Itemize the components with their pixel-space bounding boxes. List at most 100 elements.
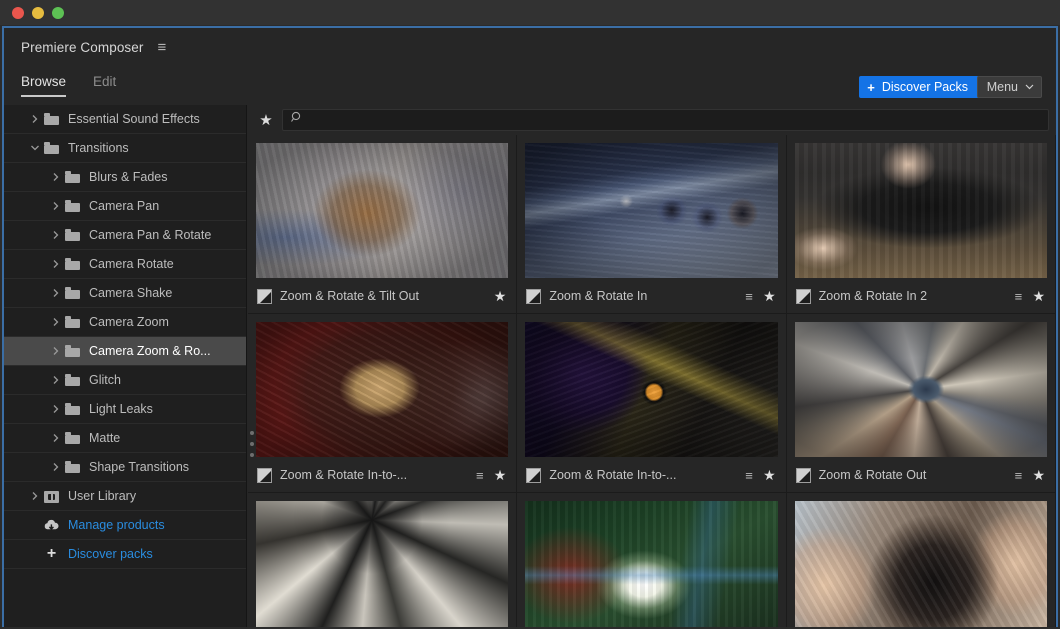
sidebar-item-transitions[interactable]: Transitions xyxy=(4,134,246,163)
effect-options-icon[interactable]: ≡ xyxy=(1012,469,1024,482)
sidebar-item-camera-rotate[interactable]: Camera Rotate xyxy=(4,250,246,279)
effect-card-footer: Zoom & Rotate In ≡ ★ xyxy=(517,279,785,313)
folder-icon xyxy=(65,374,80,386)
sidebar-item-label: Blurs & Fades xyxy=(89,170,168,184)
sidebar-item-label: Discover packs xyxy=(68,547,153,561)
effect-card-title: Zoom & Rotate In xyxy=(549,289,648,303)
effect-favorite-star-icon[interactable]: ★ xyxy=(1032,289,1045,303)
sidebar-item-light-leaks[interactable]: Light Leaks xyxy=(4,395,246,424)
sidebar-item-camera-pan-rotate[interactable]: Camera Pan & Rotate xyxy=(4,221,246,250)
panel-hamburger-icon[interactable]: ≡ xyxy=(158,40,167,55)
effect-thumbnail[interactable] xyxy=(256,143,509,278)
content-pane: ★ Zoom & Rotate & Tilt Out ★ Zoom & Rota… xyxy=(248,105,1056,627)
effect-options-icon[interactable]: ≡ xyxy=(474,469,486,482)
effect-card-footer: Zoom & Rotate In-to-... ≡ ★ xyxy=(517,458,785,492)
chevron-right-icon[interactable] xyxy=(51,230,64,240)
effect-card-title: Zoom & Rotate Out xyxy=(818,468,927,482)
chevron-down-icon[interactable] xyxy=(30,143,43,153)
chevron-right-icon[interactable] xyxy=(51,317,64,327)
effect-card-title: Zoom & Rotate In 2 xyxy=(818,289,928,303)
chevron-right-icon[interactable] xyxy=(30,114,43,124)
sidebar-tree[interactable]: Essential Sound Effects Transitions Blurs … xyxy=(4,105,247,627)
sidebar-item-camera-zoom[interactable]: Camera Zoom xyxy=(4,308,246,337)
effect-thumbnail[interactable] xyxy=(794,322,1047,457)
sidebar-item-discover-packs[interactable]: + Discover packs xyxy=(4,540,246,569)
chevron-right-icon[interactable] xyxy=(51,288,64,298)
tab-edit[interactable]: Edit xyxy=(93,74,116,95)
effect-options-icon[interactable]: ≡ xyxy=(743,290,755,303)
chevron-right-icon[interactable] xyxy=(51,433,64,443)
effect-options-icon[interactable]: ≡ xyxy=(743,469,755,482)
search-field-wrapper[interactable] xyxy=(282,109,1049,131)
sidebar-item-camera-pan[interactable]: Camera Pan xyxy=(4,192,246,221)
sidebar-item-manage-products[interactable]: Manage products xyxy=(4,511,246,540)
sidebar-item-label: User Library xyxy=(68,489,137,503)
effect-favorite-star-icon[interactable]: ★ xyxy=(494,468,507,482)
effect-card[interactable]: Zoom & Rotate Out ≡ ★ xyxy=(786,314,1056,493)
chevron-right-icon[interactable] xyxy=(51,404,64,414)
cloud-download-icon xyxy=(43,519,60,532)
user-library-icon xyxy=(44,490,59,503)
app-window: Premiere Composer ≡ Browse Edit + Discov… xyxy=(0,0,1060,629)
effect-favorite-star-icon[interactable]: ★ xyxy=(1032,468,1045,482)
folder-icon xyxy=(65,200,80,212)
effect-thumbnail[interactable] xyxy=(525,322,778,457)
sidebar-resize-handle[interactable] xyxy=(249,431,255,457)
search-bar: ★ xyxy=(248,105,1056,135)
effect-card[interactable]: Zoom & Rotate In-to-... ≡ ★ xyxy=(248,314,518,493)
effect-card-title: Zoom & Rotate & Tilt Out xyxy=(280,289,419,303)
effect-card[interactable] xyxy=(517,493,787,627)
sidebar-item-essential-sound-effects[interactable]: Essential Sound Effects xyxy=(4,105,246,134)
window-maximize-button[interactable] xyxy=(52,6,64,19)
folder-icon xyxy=(65,461,80,473)
effect-favorite-star-icon[interactable]: ★ xyxy=(494,289,507,303)
effect-card-footer: Zoom & Rotate & Tilt Out ★ xyxy=(248,279,516,313)
chevron-right-icon[interactable] xyxy=(51,462,64,472)
effect-thumbnail[interactable] xyxy=(256,322,509,457)
effect-card-title: Zoom & Rotate In-to-... xyxy=(280,468,408,482)
chevron-right-icon[interactable] xyxy=(51,172,64,182)
favorites-filter-star-icon[interactable]: ★ xyxy=(256,113,276,128)
sidebar-item-shape-transitions[interactable]: Shape Transitions xyxy=(4,453,246,482)
effect-card[interactable]: Zoom & Rotate In 2 ≡ ★ xyxy=(786,135,1056,314)
sidebar-item-matte[interactable]: Matte xyxy=(4,424,246,453)
effect-card[interactable]: Zoom & Rotate In-to-... ≡ ★ xyxy=(517,314,787,493)
tab-browse[interactable]: Browse xyxy=(21,74,67,97)
sidebar-item-blurs-fades[interactable]: Blurs & Fades xyxy=(4,163,246,192)
effect-thumbnail[interactable] xyxy=(794,501,1047,627)
effect-favorite-star-icon[interactable]: ★ xyxy=(763,289,776,303)
gradient-wipe-icon xyxy=(526,467,542,483)
sidebar-item-glitch[interactable]: Glitch xyxy=(4,366,246,395)
effect-thumbnail[interactable] xyxy=(525,501,778,627)
folder-icon xyxy=(65,316,80,328)
sidebar-item-camera-shake[interactable]: Camera Shake xyxy=(4,279,246,308)
folder-icon xyxy=(44,142,59,154)
effect-favorite-star-icon[interactable]: ★ xyxy=(763,468,776,482)
chevron-right-icon[interactable] xyxy=(30,491,43,501)
menu-button[interactable]: Menu xyxy=(976,76,1042,98)
effect-card[interactable]: Zoom & Rotate In ≡ ★ xyxy=(517,135,787,314)
search-input[interactable] xyxy=(308,110,1048,130)
discover-packs-button[interactable]: + Discover Packs xyxy=(859,76,979,98)
effect-thumbnail[interactable] xyxy=(794,143,1047,278)
sidebar-item-camera-zoom-ro[interactable]: Camera Zoom & Ro... xyxy=(4,337,246,366)
sidebar-item-user-library[interactable]: User Library xyxy=(4,482,246,511)
sidebar-empty-area xyxy=(4,569,246,627)
chevron-right-icon[interactable] xyxy=(51,201,64,211)
chevron-right-icon[interactable] xyxy=(51,375,64,385)
folder-icon xyxy=(65,432,80,444)
effect-card[interactable]: Zoom & Rotate & Tilt Out ★ xyxy=(248,135,518,314)
folder-icon xyxy=(65,171,80,183)
sidebar-item-label: Camera Zoom xyxy=(89,315,169,329)
sidebar-item-label: Camera Rotate xyxy=(89,257,174,271)
effect-thumbnail[interactable] xyxy=(256,501,509,627)
effect-thumbnail[interactable] xyxy=(525,143,778,278)
sidebar-item-label: Transitions xyxy=(68,141,129,155)
chevron-right-icon[interactable] xyxy=(51,346,64,356)
window-close-button[interactable] xyxy=(12,6,24,19)
effect-options-icon[interactable]: ≡ xyxy=(1012,290,1024,303)
effect-card[interactable] xyxy=(248,493,518,627)
effect-card[interactable] xyxy=(786,493,1056,627)
window-minimize-button[interactable] xyxy=(32,6,44,19)
chevron-right-icon[interactable] xyxy=(51,259,64,269)
